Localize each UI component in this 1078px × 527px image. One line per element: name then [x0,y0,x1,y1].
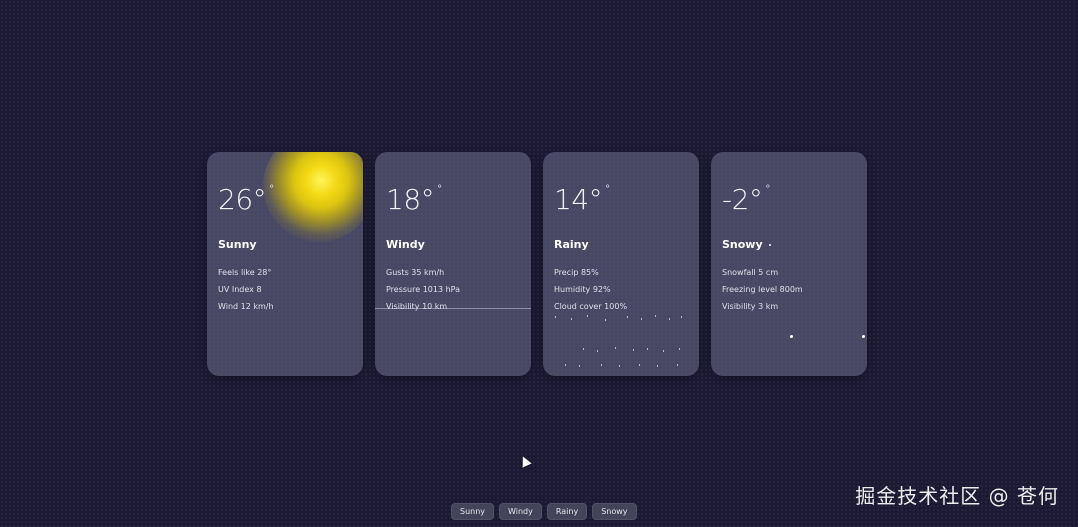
detail-item: Humidity 92% [554,285,611,294]
detail-item: Cloud cover 100% [554,302,628,311]
temperature-unit: ° [765,184,771,195]
weather-card-sunny: 26° ° Sunny Feels like 28° UV Index 8 Wi… [207,152,363,376]
rain-drop [627,316,628,318]
weather-card-snowy: -2° ° Snowy Snowfall 5 cm Freezing level… [711,152,867,376]
rain-drop [597,350,598,352]
rain-drop [565,364,566,366]
sunny-button[interactable]: Sunny [451,503,495,520]
windy-button[interactable]: Windy [499,503,542,520]
rain-drop [641,318,642,320]
rain-drop [681,316,682,318]
rain-drop [633,349,634,351]
rain-drop [657,365,658,367]
temperature: -2° ° [722,180,867,220]
detail-item: Precip 85% [554,268,599,277]
condition-label: Windy [386,238,425,251]
weather-cards: 26° ° Sunny Feels like 28° UV Index 8 Wi… [207,152,867,376]
detail-list: Feels like 28° UV Index 8 Wind 12 km/h [218,264,363,315]
detail-item: Pressure 1013 hPa [386,285,461,294]
snowflake [790,335,793,338]
temperature: 18° ° [386,180,531,220]
detail-item: Visibility 10 km [386,302,448,311]
detail-item: UV Index 8 [218,285,262,294]
temperature-unit: ° [269,184,275,195]
detail-item: Gusts 35 km/h [386,268,445,277]
rain-drop [619,365,620,367]
watermark: 掘金技术社区 @ 苍何 [855,484,1059,508]
rain-drop [583,348,584,350]
condition-label: Rainy [554,238,589,251]
mouse-cursor-icon [518,454,532,468]
weather-card-windy: 18° ° Windy Gusts 35 km/h Pressure 1013 … [375,152,531,376]
rain-drop [655,315,656,317]
rain-drop [587,315,588,317]
detail-item: Visibility 3 km [722,302,779,311]
rain-drop [647,348,648,350]
rain-drop [639,364,640,366]
temperature: 26° ° [218,180,363,220]
rain-drop [615,347,616,349]
snowy-button[interactable]: Snowy [592,503,637,520]
condition-label: Snowy [722,238,763,251]
temperature-value: 26° [218,183,267,216]
snowflake [862,335,865,338]
rain-drop [679,348,680,350]
detail-item: Snowfall 5 cm [722,268,779,277]
rain-drop [677,364,678,366]
rain-drop [601,364,602,366]
detail-item: Wind 12 km/h [218,302,274,311]
weather-controls: Sunny Windy Rainy Snowy [451,503,637,520]
detail-item: Freezing level 800m [722,285,803,294]
temperature: 14° ° [554,180,699,220]
detail-list: Precip 85% Humidity 92% Cloud cover 100% [554,264,699,315]
rain-drop [669,318,670,320]
rain-drop [555,316,556,318]
rain-drop [605,319,606,321]
rain-drop [663,350,664,352]
weather-card-rainy: 14° ° Rainy Precip 85% Humidity 92% Clou… [543,152,699,376]
temperature-unit: ° [437,184,443,195]
rain-drop [571,318,572,320]
condition-label: Sunny [218,238,257,251]
detail-list: Gusts 35 km/h Pressure 1013 hPa Visibili… [386,264,531,315]
temperature-value: -2° [722,183,763,216]
detail-list: Snowfall 5 cm Freezing level 800m Visibi… [722,264,867,315]
rainy-button[interactable]: Rainy [546,503,588,520]
temperature-value: 18° [386,183,435,216]
detail-item: Feels like 28° [218,268,272,277]
temperature-unit: ° [605,184,611,195]
temperature-value: 14° [554,183,603,216]
rain-drop [579,365,580,367]
